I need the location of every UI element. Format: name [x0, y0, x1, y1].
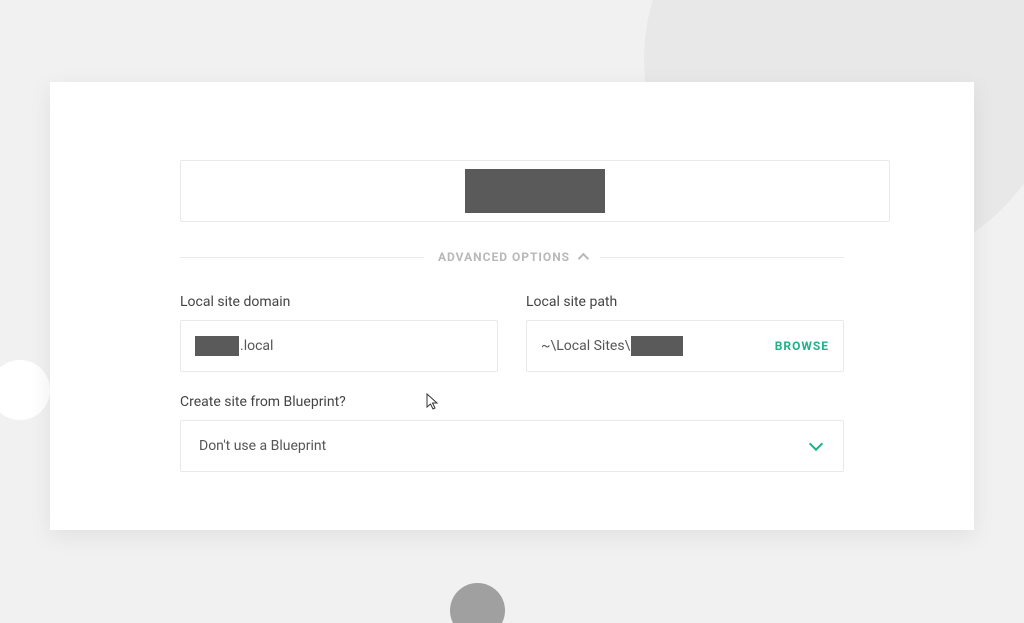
browse-button[interactable]: BROWSE	[775, 339, 829, 353]
chevron-down-icon	[809, 437, 823, 451]
site-name-input[interactable]	[180, 160, 890, 222]
chevron-up-icon	[578, 253, 589, 264]
local-path-prefix: ~\Local Sites\	[541, 338, 630, 354]
local-path-value-redacted	[631, 336, 683, 356]
create-site-panel: ADVANCED OPTIONS Local site domain .loca…	[50, 82, 974, 530]
blueprint-selected: Don't use a Blueprint	[199, 438, 326, 454]
advanced-options-text: ADVANCED OPTIONS	[438, 250, 570, 264]
advanced-options-toggle[interactable]: ADVANCED OPTIONS	[180, 250, 844, 264]
local-domain-label: Local site domain	[180, 294, 498, 310]
advanced-options-label: ADVANCED OPTIONS	[424, 250, 600, 264]
site-name-value-redacted	[465, 169, 605, 213]
local-domain-input[interactable]: .local	[180, 320, 498, 372]
local-domain-suffix: .local	[240, 338, 273, 354]
local-path-label: Local site path	[526, 294, 844, 310]
blueprint-label: Create site from Blueprint?	[180, 394, 844, 410]
local-domain-value-redacted	[195, 336, 239, 356]
bg-decor-circle-bottom	[450, 583, 505, 623]
local-path-input[interactable]: ~\Local Sites\ BROWSE	[526, 320, 844, 372]
bg-decor-circle-left	[0, 360, 50, 420]
blueprint-select[interactable]: Don't use a Blueprint	[180, 420, 844, 472]
